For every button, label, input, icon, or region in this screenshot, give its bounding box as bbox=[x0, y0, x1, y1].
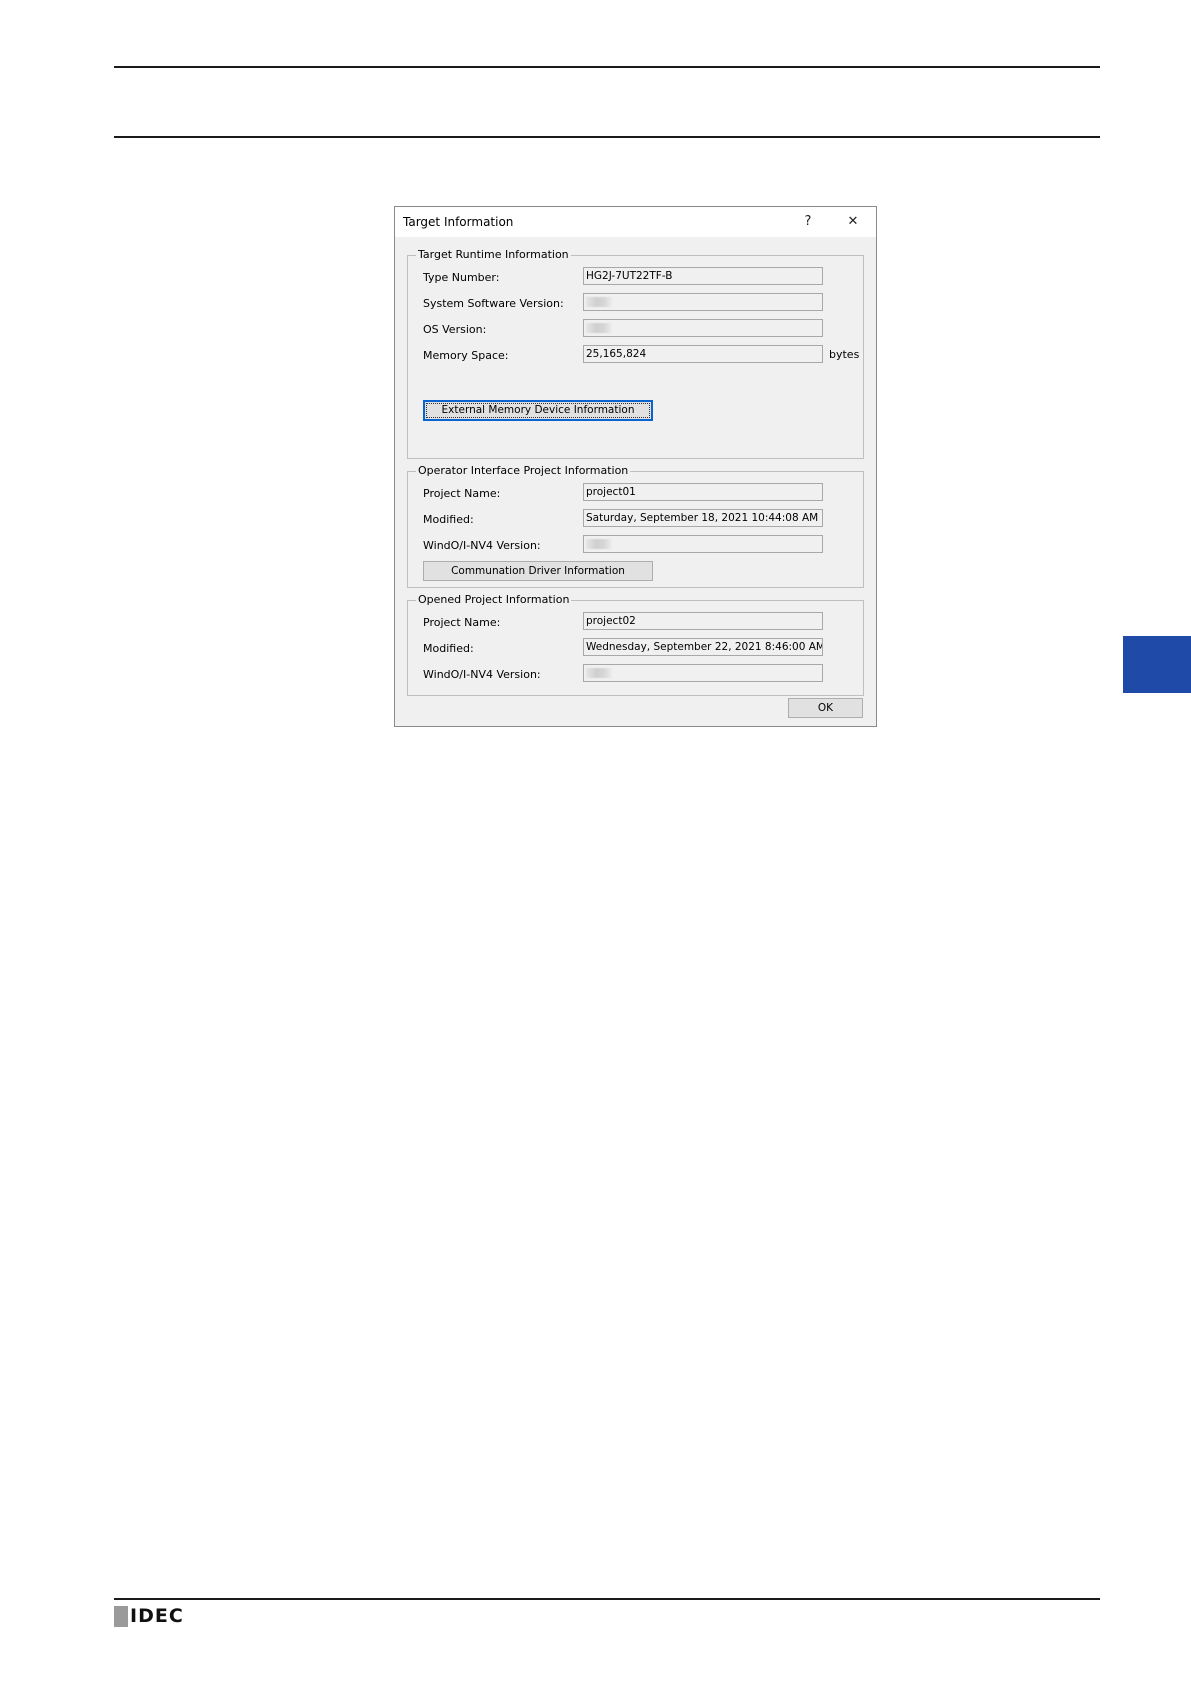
windo-version-label: WindO/I-NV4 Version: bbox=[423, 539, 541, 552]
header-rule-bottom bbox=[114, 136, 1100, 138]
modified-label: Modified: bbox=[423, 513, 474, 526]
header-rule-top bbox=[114, 66, 1100, 68]
footer-rule bbox=[114, 1598, 1100, 1600]
redacted-value bbox=[586, 539, 612, 549]
opened-project-legend: Opened Project Information bbox=[416, 593, 572, 606]
target-runtime-legend: Target Runtime Information bbox=[416, 248, 571, 261]
logo-text: IDEC bbox=[130, 1605, 184, 1627]
memory-space-label: Memory Space: bbox=[423, 349, 509, 362]
opened-project-name-field[interactable]: project02 bbox=[583, 612, 823, 630]
system-software-version-label: System Software Version: bbox=[423, 297, 564, 310]
dialog-title: Target Information bbox=[403, 215, 514, 229]
communication-driver-button[interactable]: Communation Driver Information bbox=[423, 561, 653, 581]
os-version-label: OS Version: bbox=[423, 323, 487, 336]
project-name-label: Project Name: bbox=[423, 487, 501, 500]
project-name-field[interactable]: project01 bbox=[583, 483, 823, 501]
operator-interface-legend: Operator Interface Project Information bbox=[416, 464, 631, 477]
external-memory-device-button[interactable]: External Memory Device Information bbox=[423, 400, 653, 421]
redacted-value bbox=[586, 668, 612, 678]
type-number-field[interactable]: HG2J-7UT22TF-B bbox=[583, 267, 823, 285]
dialog-titlebar: Target Information ? ✕ bbox=[395, 207, 876, 237]
chapter-tab bbox=[1123, 636, 1191, 693]
system-software-version-field[interactable] bbox=[583, 293, 823, 311]
ok-button[interactable]: OK bbox=[788, 698, 863, 718]
opened-modified-field[interactable]: Wednesday, September 22, 2021 8:46:00 AM bbox=[583, 638, 823, 656]
opened-project-name-label: Project Name: bbox=[423, 616, 501, 629]
close-icon[interactable]: ✕ bbox=[840, 211, 866, 233]
target-runtime-group: Target Runtime Information Type Number: … bbox=[407, 248, 864, 459]
help-icon[interactable]: ? bbox=[795, 211, 821, 233]
os-version-field[interactable] bbox=[583, 319, 823, 337]
opened-windo-version-label: WindO/I-NV4 Version: bbox=[423, 668, 541, 681]
target-information-dialog: Target Information ? ✕ Target Runtime In… bbox=[394, 206, 877, 727]
type-number-label: Type Number: bbox=[423, 271, 500, 284]
opened-modified-label: Modified: bbox=[423, 642, 474, 655]
windo-version-field[interactable] bbox=[583, 535, 823, 553]
memory-unit-label: bytes bbox=[829, 348, 860, 361]
operator-interface-group: Operator Interface Project Information P… bbox=[407, 464, 864, 588]
redacted-value bbox=[586, 323, 612, 333]
opened-windo-version-field[interactable] bbox=[583, 664, 823, 682]
opened-project-group: Opened Project Information Project Name:… bbox=[407, 593, 864, 696]
redacted-value bbox=[586, 297, 612, 307]
logo-mark bbox=[114, 1606, 128, 1627]
memory-space-field[interactable]: 25,165,824 bbox=[583, 345, 823, 363]
modified-field[interactable]: Saturday, September 18, 2021 10:44:08 AM bbox=[583, 509, 823, 527]
